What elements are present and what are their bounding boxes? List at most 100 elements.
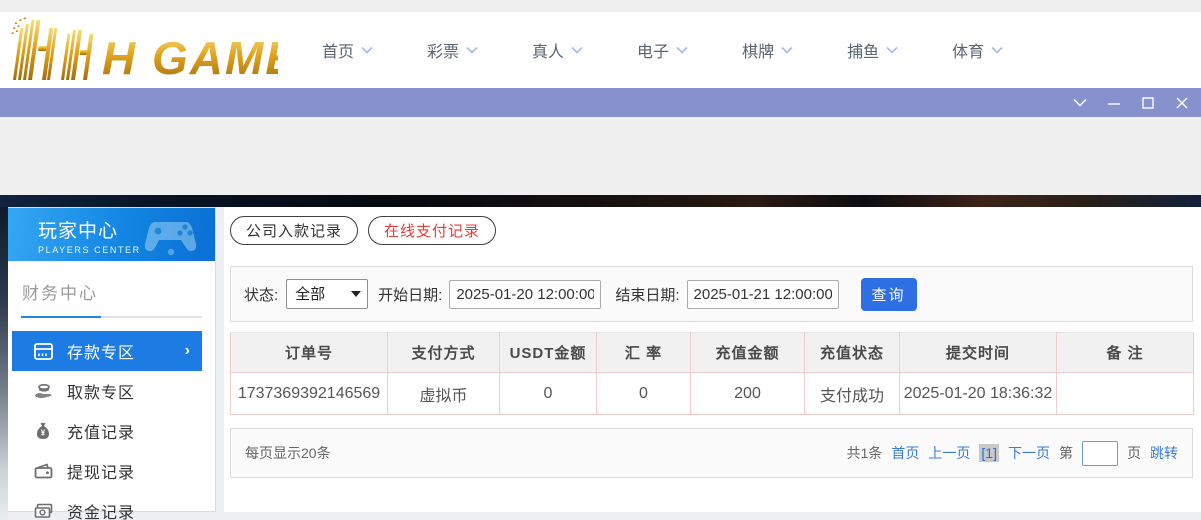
window-close-button[interactable] xyxy=(1173,94,1191,112)
nav-label: 电子 xyxy=(637,44,670,61)
main-content: 公司入款记录 在线支付记录 状态: 全部 开始日期: 结束日期: 查询 订单号 … xyxy=(224,207,1201,512)
nav-item-lottery[interactable]: 彩票 xyxy=(427,38,478,62)
start-date-input[interactable] xyxy=(449,279,602,309)
sidebar-item-label: 资金记录 xyxy=(67,505,136,520)
cell-recharge-status: 支付成功 xyxy=(804,372,900,415)
end-date-input[interactable] xyxy=(686,279,839,309)
jump-prefix-label: 第 xyxy=(1059,445,1073,461)
hand-money-icon xyxy=(33,381,53,401)
status-label: 状态: xyxy=(244,286,279,304)
cell-remark xyxy=(1056,372,1194,415)
col-exchange-rate: 汇 率 xyxy=(596,332,691,373)
sidebar-section-underline xyxy=(21,316,202,318)
window-maximize-button[interactable] xyxy=(1139,94,1157,112)
pagination-bar: 每页显示20条 共1条 首页 上一页 [1] 下一页 第 页 跳转 xyxy=(230,428,1193,478)
next-page-link[interactable]: 下一页 xyxy=(1008,443,1050,463)
sidebar-item-recharge-records[interactable]: ¥ 充值记录 xyxy=(8,411,215,451)
chevron-down-icon xyxy=(886,46,898,54)
cell-payment-method: 虚拟币 xyxy=(387,372,500,415)
nav-label: 彩票 xyxy=(427,44,460,61)
maximize-icon xyxy=(1142,96,1154,109)
col-recharge-status: 充值状态 xyxy=(804,332,900,373)
site-header: H GAME 首页 彩票 真人 电子 棋牌 捕鱼 体育 xyxy=(0,12,1201,88)
first-page-link[interactable]: 首页 xyxy=(891,443,919,463)
cell-order-number: 1737369392146569 xyxy=(230,372,388,415)
sidebar-item-label: 取款专区 xyxy=(67,385,136,402)
cell-exchange-rate: 0 xyxy=(596,372,691,415)
window-title-bar xyxy=(0,88,1201,117)
jump-button[interactable]: 跳转 xyxy=(1150,443,1178,463)
prev-page-link[interactable]: 上一页 xyxy=(928,443,970,463)
chevron-right-icon: › xyxy=(184,342,190,359)
record-tabs: 公司入款记录 在线支付记录 xyxy=(230,216,497,245)
minimize-icon xyxy=(1108,102,1120,105)
sidebar-item-label: 提现记录 xyxy=(67,465,136,482)
nav-label: 捕鱼 xyxy=(847,44,880,61)
total-count-text: 共1条 xyxy=(846,445,883,461)
brand-logo[interactable]: H GAME xyxy=(8,16,296,89)
start-date-label: 开始日期: xyxy=(378,286,443,304)
top-strip xyxy=(0,0,1201,12)
col-remark: 备 注 xyxy=(1056,332,1194,373)
close-icon xyxy=(1176,97,1188,108)
window-minimize-button[interactable] xyxy=(1105,94,1123,112)
gamepad-icon xyxy=(144,222,197,256)
nav-item-boardgames[interactable]: 棋牌 xyxy=(742,38,793,62)
money-bag-icon: ¥ xyxy=(33,421,53,441)
nav-label: 体育 xyxy=(952,44,985,61)
cell-submit-time: 2025-01-20 18:36:32 xyxy=(899,372,1057,415)
col-order-number: 订单号 xyxy=(230,332,388,373)
status-select-wrap: 全部 xyxy=(286,279,369,309)
sidebar-item-label: 存款专区 xyxy=(67,345,136,362)
sidebar-item-withdraw-zone[interactable]: 取款专区 xyxy=(8,371,215,411)
nav-label: 棋牌 xyxy=(742,44,775,61)
nav-item-fishing[interactable]: 捕鱼 xyxy=(847,38,898,62)
nav-item-home[interactable]: 首页 xyxy=(322,38,373,62)
col-usdt-amount: USDT金额 xyxy=(499,332,597,373)
nav-item-live[interactable]: 真人 xyxy=(532,38,583,62)
sidebar-menu: 存款专区 › 取款专区 ¥ 充值记录 提现记录 资金记录 xyxy=(8,331,215,520)
query-button[interactable]: 查询 xyxy=(860,277,917,311)
chevron-down-icon xyxy=(781,46,793,54)
svg-text:¥: ¥ xyxy=(41,429,46,438)
window-dropdown-button[interactable] xyxy=(1071,94,1089,112)
nav-item-sports[interactable]: 体育 xyxy=(952,38,1003,62)
chevron-down-icon xyxy=(571,46,583,54)
payment-records-table: 订单号 支付方式 USDT金额 汇 率 充值金额 充值状态 提交时间 备 注 1… xyxy=(230,332,1194,415)
sidebar-item-label: 充值记录 xyxy=(67,425,136,442)
sidebar-header: 玩家中心 PLAYERS CENTER xyxy=(8,208,215,261)
wallet-icon xyxy=(33,461,53,481)
nav-label: 真人 xyxy=(532,44,565,61)
tab-company-deposit-records[interactable]: 公司入款记录 xyxy=(230,216,359,245)
deposit-card-icon xyxy=(33,341,53,361)
cell-usdt-amount: 0 xyxy=(499,372,597,415)
background-banner xyxy=(0,195,1201,207)
cell-recharge-amount: 200 xyxy=(690,372,805,415)
sidebar-item-funds-records[interactable]: 资金记录 xyxy=(8,491,215,520)
sidebar-item-deposit-zone[interactable]: 存款专区 › xyxy=(12,331,202,371)
tab-online-payment-records[interactable]: 在线支付记录 xyxy=(368,216,497,245)
status-select[interactable]: 全部 xyxy=(286,279,369,309)
main-nav: 首页 彩票 真人 电子 棋牌 捕鱼 体育 xyxy=(322,12,1003,88)
table-row: 1737369392146569 虚拟币 0 0 200 支付成功 2025-0… xyxy=(230,372,1194,415)
background-left-edge xyxy=(0,207,8,520)
nav-label: 首页 xyxy=(322,44,355,61)
header-spacer xyxy=(0,117,1201,195)
col-payment-method: 支付方式 xyxy=(387,332,500,373)
chevron-down-icon xyxy=(361,46,373,54)
pager: 共1条 首页 上一页 [1] 下一页 第 页 跳转 xyxy=(846,440,1178,466)
sidebar-item-withdrawal-records[interactable]: 提现记录 xyxy=(8,451,215,491)
nav-item-slots[interactable]: 电子 xyxy=(637,38,688,62)
table-header-row: 订单号 支付方式 USDT金额 汇 率 充值金额 充值状态 提交时间 备 注 xyxy=(230,332,1194,373)
chevron-down-icon xyxy=(676,46,688,54)
jump-page-input[interactable] xyxy=(1082,440,1118,466)
filter-bar: 状态: 全部 开始日期: 结束日期: 查询 xyxy=(230,266,1193,322)
chevron-down-icon xyxy=(1073,99,1087,107)
sidebar: 玩家中心 PLAYERS CENTER 财务中心 存款专区 › 取款专区 ¥ 充… xyxy=(8,207,216,520)
jump-suffix-label: 页 xyxy=(1127,445,1141,461)
page-size-text: 每页显示20条 xyxy=(245,445,331,461)
end-date-label: 结束日期: xyxy=(615,286,680,304)
banknotes-icon xyxy=(33,501,53,520)
current-page-indicator: [1] xyxy=(979,444,999,462)
chevron-down-icon xyxy=(991,46,1003,54)
